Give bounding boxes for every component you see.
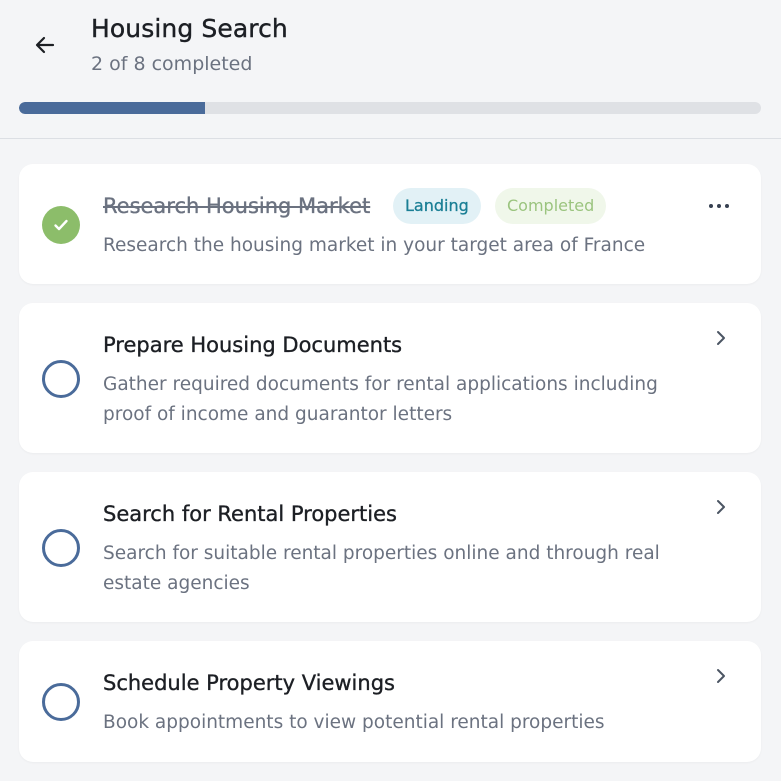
task-title: Research Housing Market (103, 194, 371, 218)
task-card[interactable]: Research Housing Market Landing Complete… (19, 164, 761, 284)
more-horizontal-icon (709, 204, 729, 208)
task-checkbox[interactable] (42, 529, 80, 567)
open-task-button[interactable] (711, 328, 731, 348)
task-card[interactable]: Schedule Property Viewings Book appointm… (19, 641, 761, 762)
task-checkbox[interactable] (42, 360, 80, 398)
task-checkbox[interactable] (42, 683, 80, 721)
task-list: Research Housing Market Landing Complete… (19, 164, 761, 781)
task-description: Book appointments to view potential rent… (103, 712, 605, 733)
progress-bar (19, 102, 761, 114)
task-description: Search for suitable rental properties on… (103, 543, 660, 594)
task-title: Prepare Housing Documents (103, 333, 403, 357)
landing-badge: Landing (393, 188, 481, 224)
task-card[interactable]: Search for Rental Properties Search for … (19, 472, 761, 622)
progress-fill (19, 102, 205, 114)
completed-badge: Completed (495, 188, 607, 224)
page-title: Housing Search (91, 14, 288, 43)
task-title: Search for Rental Properties (103, 502, 397, 526)
back-button[interactable] (30, 30, 60, 60)
task-card[interactable]: Prepare Housing Documents Gather require… (19, 303, 761, 453)
open-task-button[interactable] (711, 666, 731, 686)
more-options-button[interactable] (707, 194, 731, 218)
page-header: Housing Search 2 of 8 completed (0, 0, 781, 139)
arrow-left-icon (35, 36, 55, 54)
progress-summary: 2 of 8 completed (91, 53, 253, 75)
task-description: Research the housing market in your targ… (103, 235, 646, 256)
task-description: Gather required documents for rental app… (103, 374, 658, 425)
chevron-right-icon (717, 331, 725, 345)
open-task-button[interactable] (711, 497, 731, 517)
chevron-right-icon (717, 500, 725, 514)
completed-check-icon[interactable] (42, 206, 80, 244)
task-title: Schedule Property Viewings (103, 671, 395, 695)
chevron-right-icon (717, 669, 725, 683)
